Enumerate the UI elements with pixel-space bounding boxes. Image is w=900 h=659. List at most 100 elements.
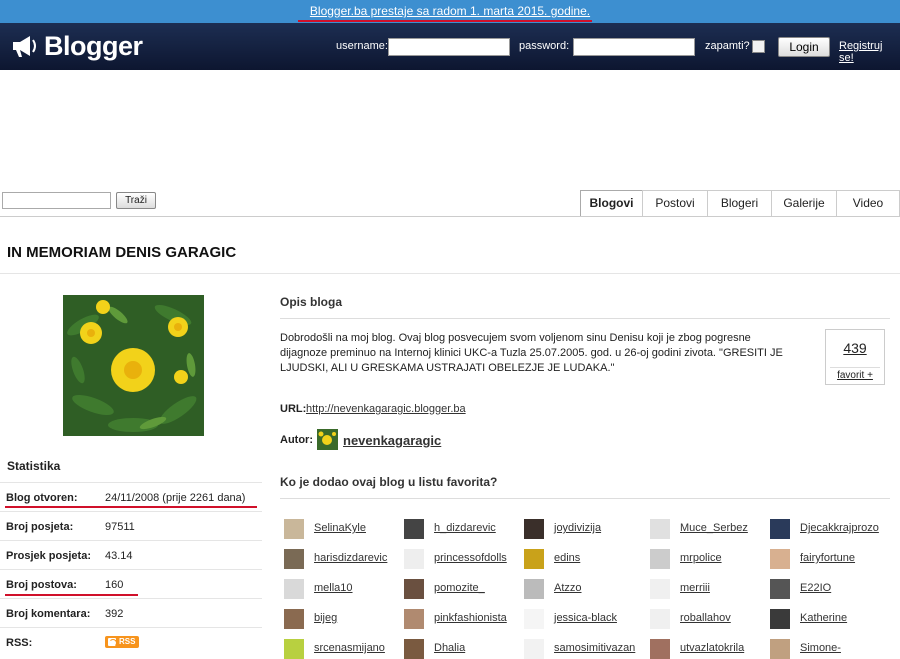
user-name-link[interactable]: h_dizdarevic [434,522,496,534]
favorite-user[interactable]: edins [524,549,642,569]
rss-badge[interactable]: RSS [105,636,139,648]
user-avatar[interactable] [284,639,304,659]
user-avatar[interactable] [404,639,424,659]
favorite-user[interactable]: roballahov [650,609,768,629]
favorite-user[interactable]: fairyfortune [770,549,900,569]
user-avatar[interactable] [650,549,670,569]
user-name-link[interactable]: srcenasmijano [314,642,385,654]
user-avatar[interactable] [404,579,424,599]
favorite-user[interactable]: E22IO [770,579,900,599]
tab-galerije[interactable]: Galerije [771,190,837,216]
search-button[interactable]: Traži [116,192,156,209]
favorite-user[interactable]: srcenasmijano [284,639,402,659]
user-avatar[interactable] [284,579,304,599]
user-name-link[interactable]: harisdizdarevic [314,552,387,564]
user-avatar[interactable] [770,549,790,569]
user-name-link[interactable]: roballahov [680,612,731,624]
user-name-link[interactable]: Muce_Serbez [680,522,748,534]
user-avatar[interactable] [284,549,304,569]
user-avatar[interactable] [770,579,790,599]
user-avatar[interactable] [524,609,544,629]
user-avatar[interactable] [770,609,790,629]
favorite-user[interactable]: Dhalia [404,639,522,659]
user-avatar[interactable] [284,519,304,539]
user-name-link[interactable]: princessofdolls [434,552,507,564]
user-name-link[interactable]: Dhalia [434,642,465,654]
user-name-link[interactable]: joydivizija [554,522,601,534]
search-input[interactable] [2,192,111,209]
user-name-link[interactable]: jessica-black [554,612,617,624]
favorite-user[interactable]: Djecakkrajprozo [770,519,900,539]
favorite-user[interactable]: bijeg [284,609,402,629]
user-avatar[interactable] [650,639,670,659]
title-divider [0,273,900,274]
tab-postovi[interactable]: Postovi [642,190,708,216]
remember-checkbox[interactable] [752,40,765,53]
user-avatar[interactable] [404,609,424,629]
add-favorite-link[interactable]: favorit + [830,367,880,381]
stat-label: Broj komentara: [6,608,91,620]
user-avatar[interactable] [524,639,544,659]
favorite-user[interactable]: Katherine [770,609,900,629]
stat-value: 97511 [105,521,135,533]
user-name-link[interactable]: pinkfashionista [434,612,507,624]
user-name-link[interactable]: merriii [680,582,710,594]
register-link[interactable]: Registruj se! [839,40,900,64]
user-name-link[interactable]: utvazlatokrila [680,642,744,654]
user-name-link[interactable]: mrpolice [680,552,722,564]
favorite-user[interactable]: h_dizdarevic [404,519,522,539]
user-name-link[interactable]: edins [554,552,580,564]
user-avatar[interactable] [404,519,424,539]
favorite-user[interactable]: harisdizdarevic [284,549,402,569]
favorite-user[interactable]: princessofdolls [404,549,522,569]
user-name-link[interactable]: samosimitivazan [554,642,635,654]
favorite-user[interactable]: mrpolice [650,549,768,569]
user-name-link[interactable]: SelinaKyle [314,522,366,534]
favorites-count[interactable]: 439 [826,340,884,356]
favorite-user[interactable]: SelinaKyle [284,519,402,539]
favorite-user[interactable]: Simone- [770,639,900,659]
favorite-user[interactable]: utvazlatokrila [650,639,768,659]
favorite-user[interactable]: samosimitivazan [524,639,642,659]
user-name-link[interactable]: Simone- [800,642,841,654]
description-divider [280,318,890,319]
user-avatar[interactable] [524,579,544,599]
favorite-user[interactable]: Atzzo [524,579,642,599]
blog-avatar-image[interactable] [63,295,204,436]
blogger-logo[interactable]: Blogger [10,31,143,61]
login-button[interactable]: Login [778,37,830,57]
user-avatar[interactable] [650,609,670,629]
user-name-link[interactable]: Katherine [800,612,847,624]
user-avatar[interactable] [524,549,544,569]
user-name-link[interactable]: pomozite_ [434,582,485,594]
favorite-user[interactable]: Muce_Serbez [650,519,768,539]
author-avatar[interactable] [317,429,338,450]
user-name-link[interactable]: mella10 [314,582,353,594]
blog-url-link[interactable]: http://nevenkagaragic.blogger.ba [306,403,466,415]
tab-blogovi[interactable]: Blogovi [580,190,643,216]
favorite-user[interactable]: mella10 [284,579,402,599]
user-avatar[interactable] [284,609,304,629]
favorite-user[interactable]: pinkfashionista [404,609,522,629]
tab-blogeri[interactable]: Blogeri [707,190,772,216]
user-name-link[interactable]: fairyfortune [800,552,855,564]
user-avatar[interactable] [770,639,790,659]
user-name-link[interactable]: Atzzo [554,582,582,594]
tab-video[interactable]: Video [836,190,900,216]
password-input[interactable] [573,38,695,56]
user-avatar[interactable] [770,519,790,539]
user-name-link[interactable]: bijeg [314,612,337,624]
user-avatar[interactable] [650,579,670,599]
user-name-link[interactable]: E22IO [800,582,831,594]
favorite-user[interactable]: merriii [650,579,768,599]
favorite-user[interactable]: pomozite_ [404,579,522,599]
favorite-user[interactable]: joydivizija [524,519,642,539]
username-input[interactable] [388,38,510,56]
user-name-link[interactable]: Djecakkrajprozo [800,522,879,534]
user-avatar[interactable] [524,519,544,539]
author-link[interactable]: nevenkagaragic [343,433,441,448]
favorite-user[interactable]: jessica-black [524,609,642,629]
stat-highlight-underline [5,506,257,508]
user-avatar[interactable] [404,549,424,569]
user-avatar[interactable] [650,519,670,539]
